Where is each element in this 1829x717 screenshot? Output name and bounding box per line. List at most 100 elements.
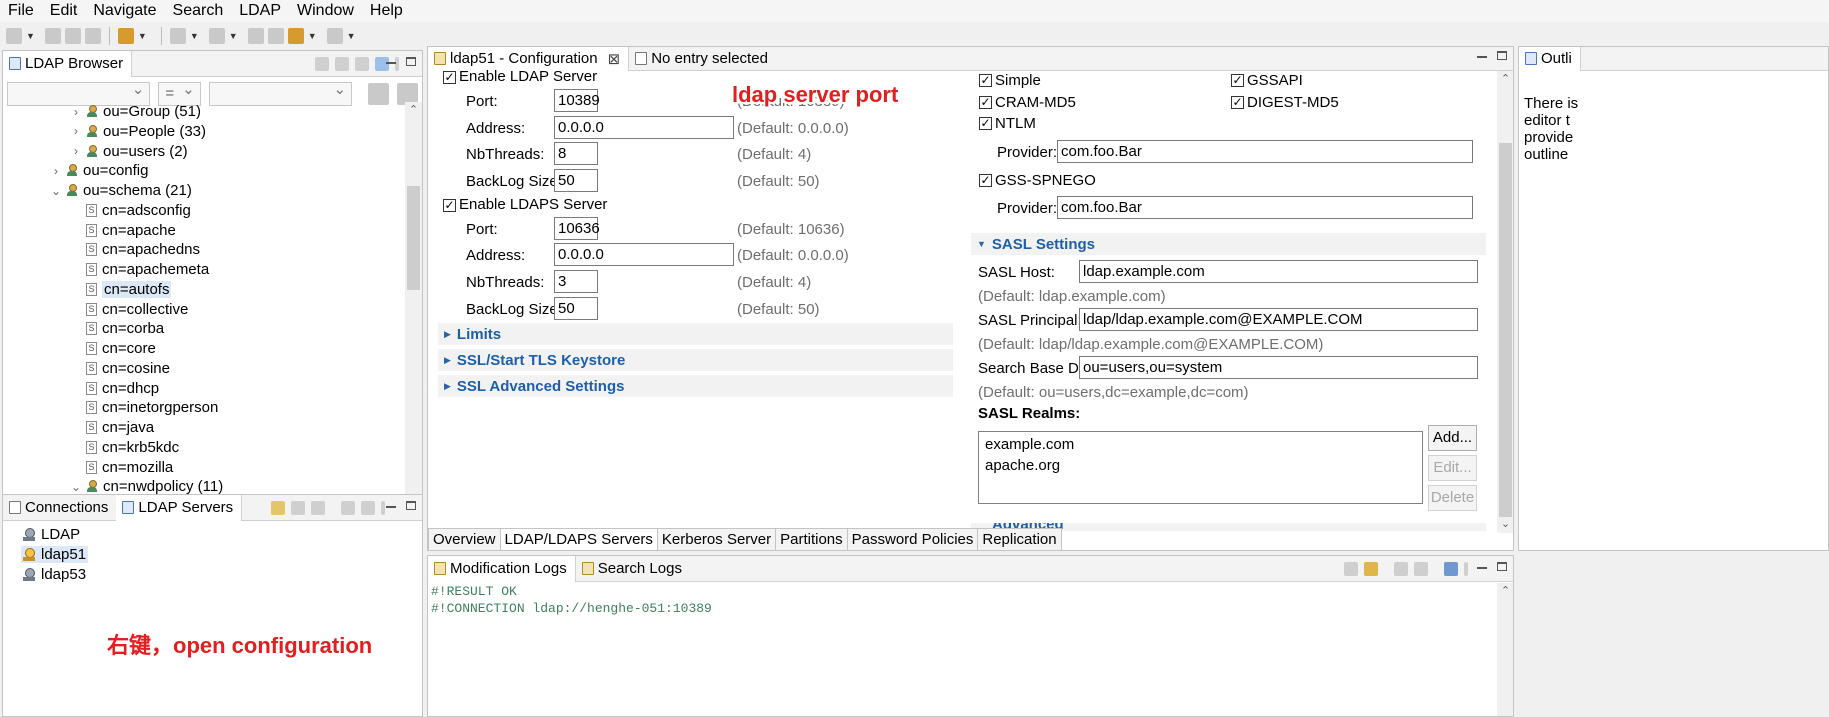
minimize-icon[interactable]: [386, 62, 396, 64]
tab-kerberos-server[interactable]: Kerberos Server: [657, 528, 777, 550]
ldaps-address-input[interactable]: 0.0.0.0: [554, 243, 734, 266]
new-dropdown-icon[interactable]: ▼: [26, 31, 35, 41]
expand-chevron-icon[interactable]: ⌄: [49, 184, 63, 198]
tree-item[interactable]: Scn=inetorgperson: [69, 398, 218, 417]
minimize-icon[interactable]: [1477, 56, 1487, 58]
tab-modification-logs[interactable]: Modification Logs: [428, 556, 576, 582]
ldap-address-input[interactable]: 0.0.0.0: [554, 116, 734, 139]
prev-annotation-icon[interactable]: [208, 28, 225, 44]
expand-all-icon[interactable]: [341, 501, 355, 515]
clear-logs-icon[interactable]: [1344, 562, 1358, 576]
save-all-icon[interactable]: [64, 28, 81, 44]
add-realm-button[interactable]: Add...: [1428, 425, 1477, 451]
ldap-threads-input[interactable]: 8: [554, 142, 598, 165]
prev-annotation-dropdown-icon[interactable]: ▼: [229, 31, 238, 41]
tree-item[interactable]: › ou=users (2): [69, 142, 188, 161]
ldaps-port-input[interactable]: 10636: [554, 217, 600, 240]
menu-window[interactable]: Window: [289, 2, 362, 20]
value-combo[interactable]: [208, 79, 353, 106]
stop-server-icon[interactable]: [311, 501, 325, 515]
refresh-icon[interactable]: [315, 57, 329, 71]
ntlm-checkbox[interactable]: ✓: [979, 117, 992, 130]
simple-checkbox[interactable]: ✓: [979, 74, 992, 87]
scroll-up-icon[interactable]: ⌃: [405, 102, 422, 119]
tree-item[interactable]: Scn=apachemeta: [69, 260, 209, 279]
tab-no-entry[interactable]: No entry selected: [629, 47, 776, 71]
editor-scrollbar[interactable]: ⌃ ⌄: [1497, 71, 1513, 533]
ldaps-threads-input[interactable]: 3: [554, 270, 598, 293]
tree-item[interactable]: › ou=People (33): [69, 122, 206, 141]
tab-password-policies[interactable]: Password Policies: [847, 528, 979, 550]
tab-partitions[interactable]: Partitions: [776, 528, 848, 550]
editor-scroll-thumb[interactable]: [1499, 143, 1512, 517]
list-item[interactable]: example.com: [985, 436, 1074, 453]
link-icon[interactable]: [335, 57, 349, 71]
delete-realm-button[interactable]: Delete: [1428, 485, 1477, 511]
maximize-icon[interactable]: [1497, 562, 1507, 571]
menu-help[interactable]: Help: [362, 2, 411, 20]
maximize-icon[interactable]: [406, 501, 416, 510]
settings-icon[interactable]: [84, 28, 101, 44]
gss-spnego-checkbox[interactable]: ✓: [979, 174, 992, 187]
last-edit-icon[interactable]: [247, 28, 264, 44]
tree-item[interactable]: Scn=cosine: [69, 359, 170, 378]
tree-item[interactable]: Scn=krb5kdc: [69, 438, 179, 457]
collapse-chevron-icon[interactable]: ›: [69, 124, 83, 138]
gssapi-checkbox[interactable]: ✓: [1231, 74, 1244, 87]
cram-md5-checkbox[interactable]: ✓: [979, 96, 992, 109]
maximize-icon[interactable]: [406, 57, 416, 66]
collapse-chevron-icon[interactable]: ›: [69, 144, 83, 158]
tree-item[interactable]: Scn=java: [69, 418, 154, 437]
ldaps-backlog-input[interactable]: 50: [554, 297, 598, 320]
expand-chevron-icon[interactable]: ⌄: [69, 480, 83, 494]
tree-scroll-thumb[interactable]: [407, 186, 420, 290]
section-limits[interactable]: ▶ Limits: [438, 323, 953, 345]
tab-replication[interactable]: Replication: [978, 528, 1062, 550]
menu-edit[interactable]: Edit: [42, 2, 86, 20]
servers-view-menu-icon[interactable]: [381, 501, 385, 515]
server-item-ldap53[interactable]: ldap53: [23, 565, 86, 584]
previous-log-icon[interactable]: [1394, 562, 1408, 576]
enable-ldap-checkbox[interactable]: ✓: [443, 71, 456, 84]
tree-item[interactable]: Scn=apache: [69, 221, 176, 240]
tree-item[interactable]: ⌄ ou=schema (21): [49, 181, 192, 200]
tree-item[interactable]: Scn=mozilla: [69, 458, 173, 477]
collapse-chevron-icon[interactable]: ›: [69, 105, 83, 119]
back-dropdown-icon[interactable]: ▼: [308, 31, 317, 41]
section-sasl-settings[interactable]: ▼ SASL Settings: [971, 233, 1486, 255]
tree-item[interactable]: › ou=config: [49, 161, 148, 180]
menu-ldap[interactable]: LDAP: [231, 2, 289, 20]
tab-ldap-servers[interactable]: LDAP Servers: [116, 495, 243, 521]
menu-search[interactable]: Search: [165, 2, 232, 20]
refresh-logs-icon[interactable]: [1364, 562, 1378, 576]
edit-realm-button[interactable]: Edit...: [1428, 455, 1477, 481]
tree-item[interactable]: Scn=dhcp: [69, 379, 159, 398]
quick-search-icon[interactable]: [368, 83, 390, 105]
menu-file[interactable]: File: [0, 2, 42, 20]
wand-icon[interactable]: [117, 28, 134, 44]
server-item-ldap51[interactable]: ldap51: [21, 545, 89, 564]
spnego-provider-input[interactable]: com.foo.Bar: [1057, 196, 1473, 219]
next-annotation-dropdown-icon[interactable]: ▼: [190, 31, 199, 41]
tree-item[interactable]: Scn=adsconfig: [69, 201, 191, 220]
logs-scrollbar[interactable]: ⌃: [1497, 583, 1513, 716]
tree-item[interactable]: Scn=corba: [69, 319, 164, 338]
tree-scrollbar[interactable]: ⌃ ⌄: [405, 102, 422, 536]
section-ssl-keystore[interactable]: ▶ SSL/Start TLS Keystore: [438, 349, 953, 371]
tab-ldap51-configuration[interactable]: ldap51 - Configuration ⊠: [428, 47, 630, 71]
scroll-up-icon[interactable]: ⌃: [1497, 583, 1513, 600]
search-base-dn-input[interactable]: ou=users,ou=system: [1079, 356, 1478, 379]
tree-item[interactable]: Scn=autofs: [69, 280, 172, 299]
collapse-all-icon[interactable]: [355, 57, 369, 71]
tab-search-logs[interactable]: Search Logs: [576, 556, 690, 582]
ntlm-provider-input[interactable]: com.foo.Bar: [1057, 140, 1473, 163]
minimize-icon[interactable]: [1477, 567, 1487, 569]
next-annotation-icon[interactable]: [169, 28, 186, 44]
save-icon[interactable]: [44, 28, 61, 44]
start-server-icon[interactable]: [291, 501, 305, 515]
sasl-host-input[interactable]: ldap.example.com: [1079, 260, 1478, 283]
tab-connections[interactable]: Connections: [3, 495, 116, 521]
server-item-ldap[interactable]: LDAP: [23, 525, 80, 544]
forward-dropdown-icon[interactable]: ▼: [347, 31, 356, 41]
section-ssl-advanced[interactable]: ▶ SSL Advanced Settings: [438, 375, 953, 397]
